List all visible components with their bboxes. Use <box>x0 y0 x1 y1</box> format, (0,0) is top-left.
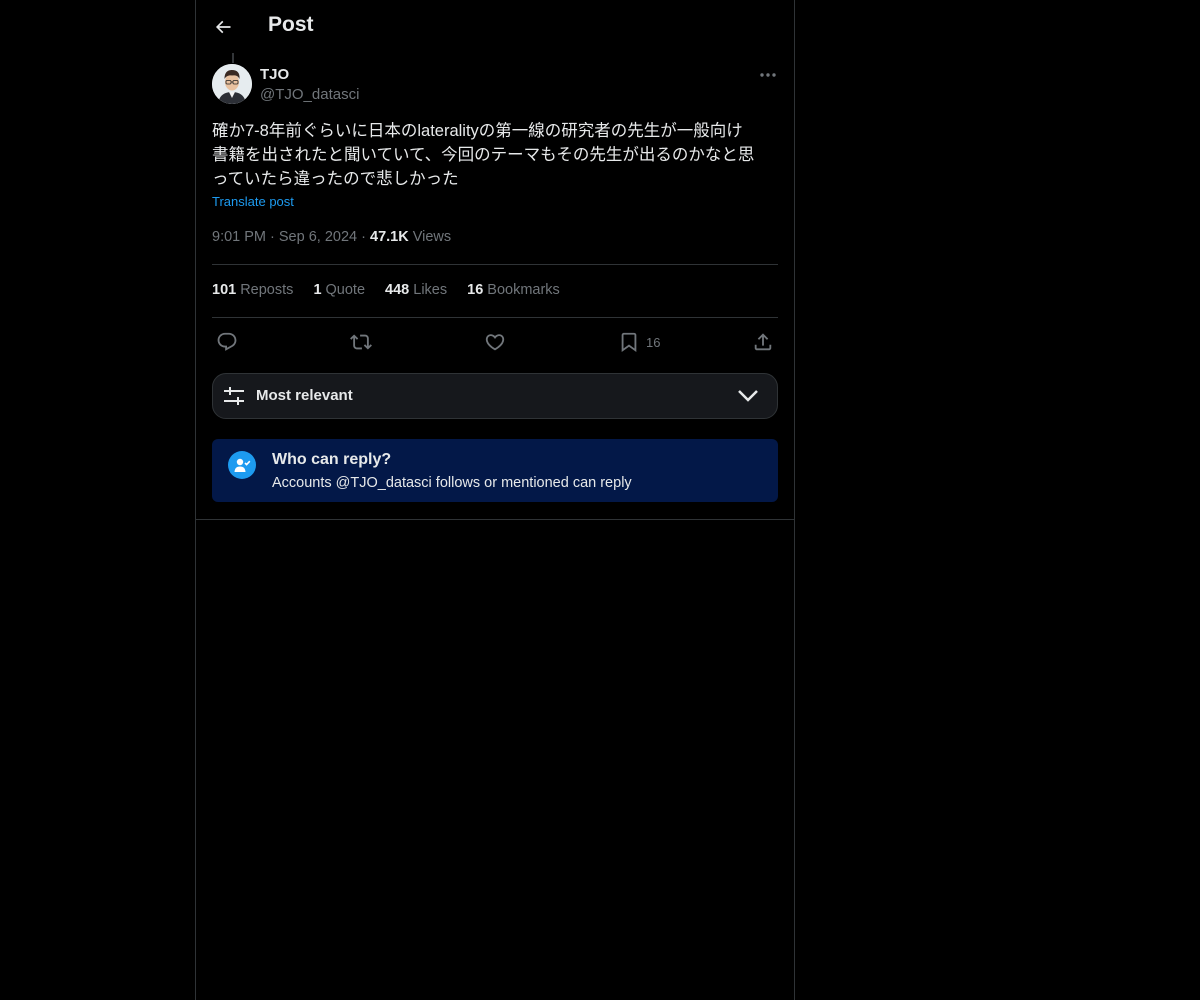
reply-icon <box>217 332 237 351</box>
meta-separator: · <box>361 229 370 245</box>
divider <box>212 317 778 318</box>
meta-separator: · <box>270 229 279 245</box>
bookmarks-stat[interactable]: 16 Bookmarks <box>467 282 560 298</box>
repost-icon <box>350 334 372 350</box>
chevron-down-icon <box>738 390 758 402</box>
post-date[interactable]: Sep 6, 2024 <box>279 229 357 245</box>
reposts-count: 101 <box>212 282 237 298</box>
repost-button[interactable] <box>350 328 372 356</box>
likes-count: 448 <box>385 282 410 298</box>
post-header: Post <box>196 0 794 53</box>
likes-label: Likes <box>413 282 448 298</box>
divider <box>196 519 794 520</box>
bookmark-count: 16 <box>646 334 661 350</box>
post-text-line: っていたら違ったので悲しかった <box>212 170 459 188</box>
thread-connector <box>232 53 234 63</box>
avatar[interactable] <box>212 64 252 104</box>
post-text-line: 確か7-8年前ぐらいに日本のlateralityの第一線の研究者の先生が一般向け <box>212 122 743 140</box>
translate-post-link[interactable]: Translate post <box>212 194 294 209</box>
views-label: Views <box>412 229 452 245</box>
share-icon <box>754 333 772 351</box>
reply-restriction-notice: Who can reply? Accounts @TJO_datasci fol… <box>212 439 778 502</box>
reply-restriction-badge <box>228 451 256 479</box>
like-button[interactable] <box>484 328 506 356</box>
likes-stat[interactable]: 448 Likes <box>385 282 447 298</box>
author-name[interactable]: TJO <box>260 66 289 83</box>
quotes-label: Quote <box>325 282 366 298</box>
reply-sort-dropdown[interactable]: Most relevant <box>212 373 778 419</box>
divider <box>212 264 778 265</box>
reposts-stat[interactable]: 101 Reposts <box>212 282 293 298</box>
bookmark-icon <box>621 332 637 353</box>
more-horizontal-icon <box>760 73 776 77</box>
heart-icon <box>485 334 505 351</box>
bookmarks-count: 16 <box>467 282 484 298</box>
bookmarks-label: Bookmarks <box>487 282 560 298</box>
views-count: 47.1K <box>370 229 409 245</box>
more-options-button[interactable] <box>756 64 780 86</box>
post-meta: 9:01 PM · Sep 6, 2024 · 47.1K Views <box>212 229 451 245</box>
page-title: Post <box>268 13 314 36</box>
avatar-image <box>212 64 252 104</box>
main-column: Post TJO @TJO_datasci 確か7-8年前ぐらいに日本のlate… <box>195 0 795 1000</box>
share-button[interactable] <box>752 328 774 356</box>
reposts-label: Reposts <box>240 282 294 298</box>
back-button[interactable] <box>208 10 238 44</box>
sliders-icon <box>224 387 244 405</box>
post-time[interactable]: 9:01 PM <box>212 229 266 245</box>
engagement-stats: 101 Reposts 1 Quote 448 Likes 16 Bookmarks <box>212 282 576 298</box>
post-text: 確か7-8年前ぐらいに日本のlateralityの第一線の研究者の先生が一般向け… <box>212 119 778 191</box>
quotes-count: 1 <box>313 282 322 298</box>
bookmark-button[interactable]: 16 <box>618 328 660 356</box>
reply-restriction-title: Who can reply? <box>272 451 392 468</box>
reply-button[interactable] <box>216 328 238 356</box>
author-handle[interactable]: @TJO_datasci <box>260 86 359 103</box>
sort-selected-value: Most relevant <box>256 387 353 404</box>
arrow-left-icon <box>215 20 231 34</box>
post-text-line: 書籍を出されたと聞いていて、今回のテーマもその先生が出るのかなと思 <box>212 146 755 164</box>
reply-restriction-subtitle: Accounts @TJO_datasci follows or mention… <box>272 475 632 491</box>
quotes-stat[interactable]: 1 Quote <box>313 282 365 298</box>
user-mention-icon <box>234 458 251 472</box>
